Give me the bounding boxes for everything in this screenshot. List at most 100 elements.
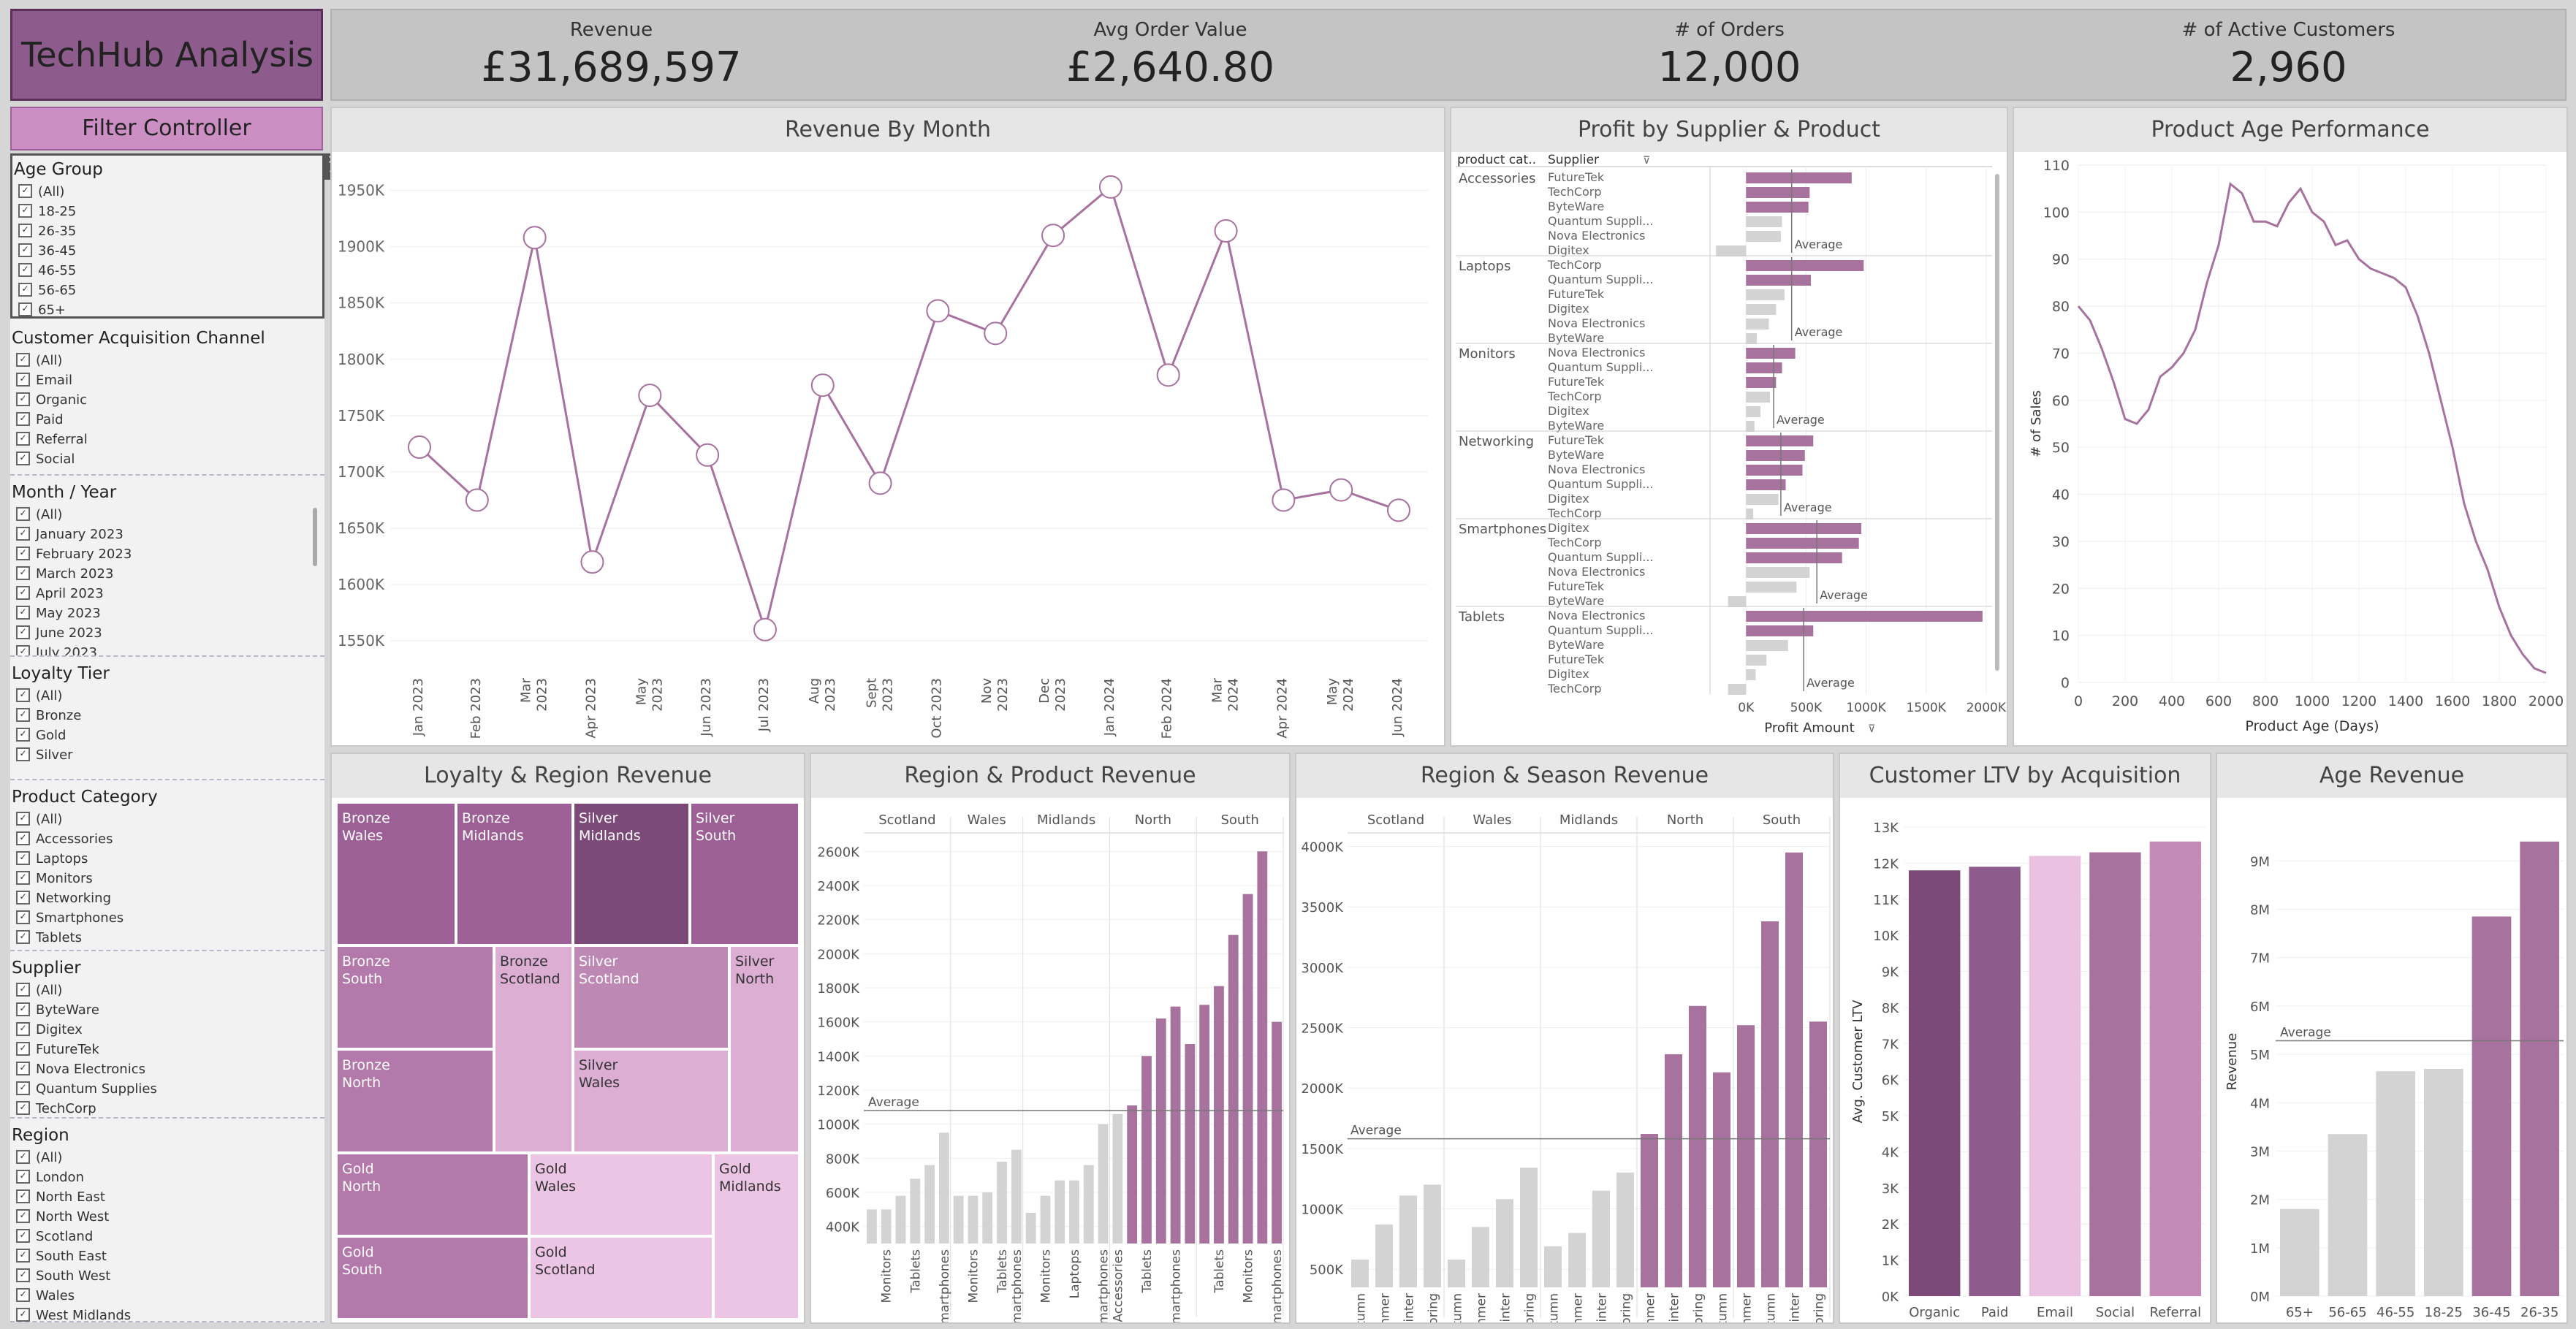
filter-checkbox-item[interactable]: ✓ March 2023 bbox=[10, 564, 324, 584]
filter-checkbox-item[interactable]: ✓ London bbox=[10, 1168, 324, 1187]
checkbox-checked-icon[interactable]: ✓ bbox=[18, 262, 32, 277]
treemap-cell[interactable]: Bronze Wales bbox=[336, 802, 456, 945]
filter-checkbox-item[interactable]: ✓ North West bbox=[10, 1207, 324, 1227]
filter-checkbox-item[interactable]: ✓ Monitors bbox=[10, 869, 324, 888]
filter-checkbox-item[interactable]: ✓ April 2023 bbox=[10, 584, 324, 603]
treemap-cell[interactable]: Gold Wales bbox=[529, 1153, 713, 1236]
filter-checkbox-item[interactable]: ✓ Nova Electronics bbox=[10, 1059, 324, 1079]
filter-checkbox-item[interactable]: ✓ (All) bbox=[10, 980, 324, 1000]
filter-checkbox-item[interactable]: ✓ 26-35 bbox=[12, 221, 322, 241]
treemap-cell[interactable]: Gold North bbox=[336, 1153, 529, 1236]
filter-checkbox-item[interactable]: ✓ (All) bbox=[10, 505, 324, 525]
treemap-cell[interactable]: Bronze North bbox=[336, 1049, 494, 1153]
checkbox-checked-icon[interactable]: ✓ bbox=[16, 811, 30, 826]
filter-checkbox-item[interactable]: ✓ Scotland bbox=[10, 1227, 324, 1246]
filter-checkbox-item[interactable]: ✓ June 2023 bbox=[10, 623, 324, 643]
checkbox-checked-icon[interactable]: ✓ bbox=[16, 1149, 30, 1164]
filter-checkbox-item[interactable]: ✓ FutureTek bbox=[10, 1040, 324, 1059]
checkbox-checked-icon[interactable]: ✓ bbox=[16, 1189, 30, 1203]
filter-checkbox-item[interactable]: ✓ (All) bbox=[10, 1148, 324, 1168]
filter-checkbox-item[interactable]: ✓ Accessories bbox=[10, 829, 324, 849]
filter-checkbox-item[interactable]: ✓ TechCorp bbox=[10, 1099, 324, 1119]
treemap-cell[interactable]: Silver North bbox=[729, 945, 799, 1153]
scrollbar[interactable] bbox=[313, 508, 317, 566]
checkbox-checked-icon[interactable]: ✓ bbox=[16, 526, 30, 541]
filter-checkbox-item[interactable]: ✓ Tablets bbox=[10, 928, 324, 948]
filter-checkbox-item[interactable]: ✓ May 2023 bbox=[10, 603, 324, 623]
filter-checkbox-item[interactable]: ✓ 56-65 bbox=[12, 281, 322, 300]
checkbox-checked-icon[interactable]: ✓ bbox=[16, 605, 30, 620]
checkbox-checked-icon[interactable]: ✓ bbox=[16, 707, 30, 722]
treemap-cell[interactable]: Gold Midlands bbox=[713, 1153, 799, 1320]
checkbox-checked-icon[interactable]: ✓ bbox=[18, 282, 32, 297]
filter-checkbox-item[interactable]: ✓ Organic bbox=[10, 390, 324, 410]
filter-checkbox-item[interactable]: ✓ Networking bbox=[10, 888, 324, 908]
filter-checkbox-item[interactable]: ✓ Email bbox=[10, 370, 324, 390]
filter-checkbox-item[interactable]: ✓ Paid bbox=[10, 410, 324, 430]
filter-checkbox-item[interactable]: ✓ Digitex bbox=[10, 1020, 324, 1040]
filter-checkbox-item[interactable]: ✓ Bronze bbox=[10, 706, 324, 726]
filter-checkbox-item[interactable]: ✓ (All) bbox=[10, 810, 324, 829]
filter-checkbox-item[interactable]: ✓ ByteWare bbox=[10, 1000, 324, 1020]
checkbox-checked-icon[interactable]: ✓ bbox=[16, 372, 30, 386]
checkbox-checked-icon[interactable]: ✓ bbox=[16, 625, 30, 639]
filter-checkbox-item[interactable]: ✓ July 2023 bbox=[10, 643, 324, 655]
filter-checkbox-item[interactable]: ✓ 46-55 bbox=[12, 261, 322, 281]
treemap-cell[interactable]: Bronze Midlands bbox=[456, 802, 573, 945]
checkbox-checked-icon[interactable]: ✓ bbox=[16, 1021, 30, 1036]
filter-checkbox-item[interactable]: ✓ January 2023 bbox=[10, 525, 324, 544]
treemap-cell[interactable]: Silver South bbox=[690, 802, 799, 945]
treemap-cell[interactable]: Bronze Scotland bbox=[494, 945, 573, 1153]
checkbox-checked-icon[interactable]: ✓ bbox=[18, 223, 32, 237]
checkbox-checked-icon[interactable]: ✓ bbox=[16, 727, 30, 742]
checkbox-checked-icon[interactable]: ✓ bbox=[16, 1002, 30, 1016]
checkbox-checked-icon[interactable]: ✓ bbox=[16, 870, 30, 885]
checkbox-checked-icon[interactable]: ✓ bbox=[16, 747, 30, 761]
treemap-cell[interactable]: Silver Midlands bbox=[573, 802, 690, 945]
checkbox-checked-icon[interactable]: ✓ bbox=[16, 890, 30, 905]
filter-checkbox-item[interactable]: ✓ February 2023 bbox=[10, 544, 324, 564]
filter-checkbox-item[interactable]: ✓ 36-45 bbox=[12, 241, 322, 261]
checkbox-checked-icon[interactable]: ✓ bbox=[16, 451, 30, 465]
filter-checkbox-item[interactable]: ✓ South East bbox=[10, 1246, 324, 1266]
filter-checkbox-item[interactable]: ✓ North East bbox=[10, 1187, 324, 1207]
filter-checkbox-item[interactable]: ✓ Smartphones bbox=[10, 908, 324, 928]
checkbox-checked-icon[interactable]: ✓ bbox=[16, 352, 30, 367]
filter-checkbox-item[interactable]: ✓ 65+ bbox=[12, 300, 322, 320]
filter-checkbox-item[interactable]: ✓ Referral bbox=[10, 430, 324, 449]
checkbox-checked-icon[interactable]: ✓ bbox=[16, 1169, 30, 1184]
checkbox-checked-icon[interactable]: ✓ bbox=[16, 1081, 30, 1095]
filter-checkbox-item[interactable]: ✓ Wales bbox=[10, 1286, 324, 1306]
filter-checkbox-item[interactable]: ✓ Laptops bbox=[10, 849, 324, 869]
filter-checkbox-item[interactable]: ✓ 18-25 bbox=[12, 202, 322, 221]
checkbox-checked-icon[interactable]: ✓ bbox=[16, 1228, 30, 1243]
treemap-cell[interactable]: Gold South bbox=[336, 1236, 529, 1320]
checkbox-checked-icon[interactable]: ✓ bbox=[16, 392, 30, 406]
checkbox-checked-icon[interactable]: ✓ bbox=[16, 910, 30, 924]
filter-checkbox-item[interactable]: ✓ Social bbox=[10, 449, 324, 469]
checkbox-checked-icon[interactable]: ✓ bbox=[16, 1307, 30, 1322]
checkbox-checked-icon[interactable]: ✓ bbox=[16, 850, 30, 865]
checkbox-checked-icon[interactable]: ✓ bbox=[18, 243, 32, 257]
checkbox-checked-icon[interactable]: ✓ bbox=[16, 982, 30, 997]
checkbox-checked-icon[interactable]: ✓ bbox=[16, 585, 30, 600]
checkbox-checked-icon[interactable]: ✓ bbox=[16, 1268, 30, 1282]
filter-checkbox-item[interactable]: ✓ South West bbox=[10, 1266, 324, 1286]
checkbox-checked-icon[interactable]: ✓ bbox=[18, 302, 32, 316]
checkbox-checked-icon[interactable]: ✓ bbox=[16, 1041, 30, 1056]
treemap-cell[interactable]: Silver Wales bbox=[573, 1049, 729, 1153]
checkbox-checked-icon[interactable]: ✓ bbox=[16, 688, 30, 702]
treemap-cell[interactable]: Silver Scotland bbox=[573, 945, 729, 1049]
checkbox-checked-icon[interactable]: ✓ bbox=[16, 1248, 30, 1263]
checkbox-checked-icon[interactable]: ✓ bbox=[16, 566, 30, 580]
checkbox-checked-icon[interactable]: ✓ bbox=[18, 183, 32, 198]
filter-checkbox-item[interactable]: ✓ (All) bbox=[12, 182, 322, 202]
filter-checkbox-item[interactable]: ✓ Gold bbox=[10, 726, 324, 745]
filter-checkbox-item[interactable]: ✓ (All) bbox=[10, 686, 324, 706]
checkbox-checked-icon[interactable]: ✓ bbox=[16, 1061, 30, 1075]
filter-checkbox-item[interactable]: ✓ (All) bbox=[10, 351, 324, 370]
treemap-cell[interactable]: Gold Scotland bbox=[529, 1236, 713, 1320]
filter-checkbox-item[interactable]: ✓ Quantum Supplies bbox=[10, 1079, 324, 1099]
checkbox-checked-icon[interactable]: ✓ bbox=[16, 431, 30, 446]
checkbox-checked-icon[interactable]: ✓ bbox=[16, 929, 30, 944]
